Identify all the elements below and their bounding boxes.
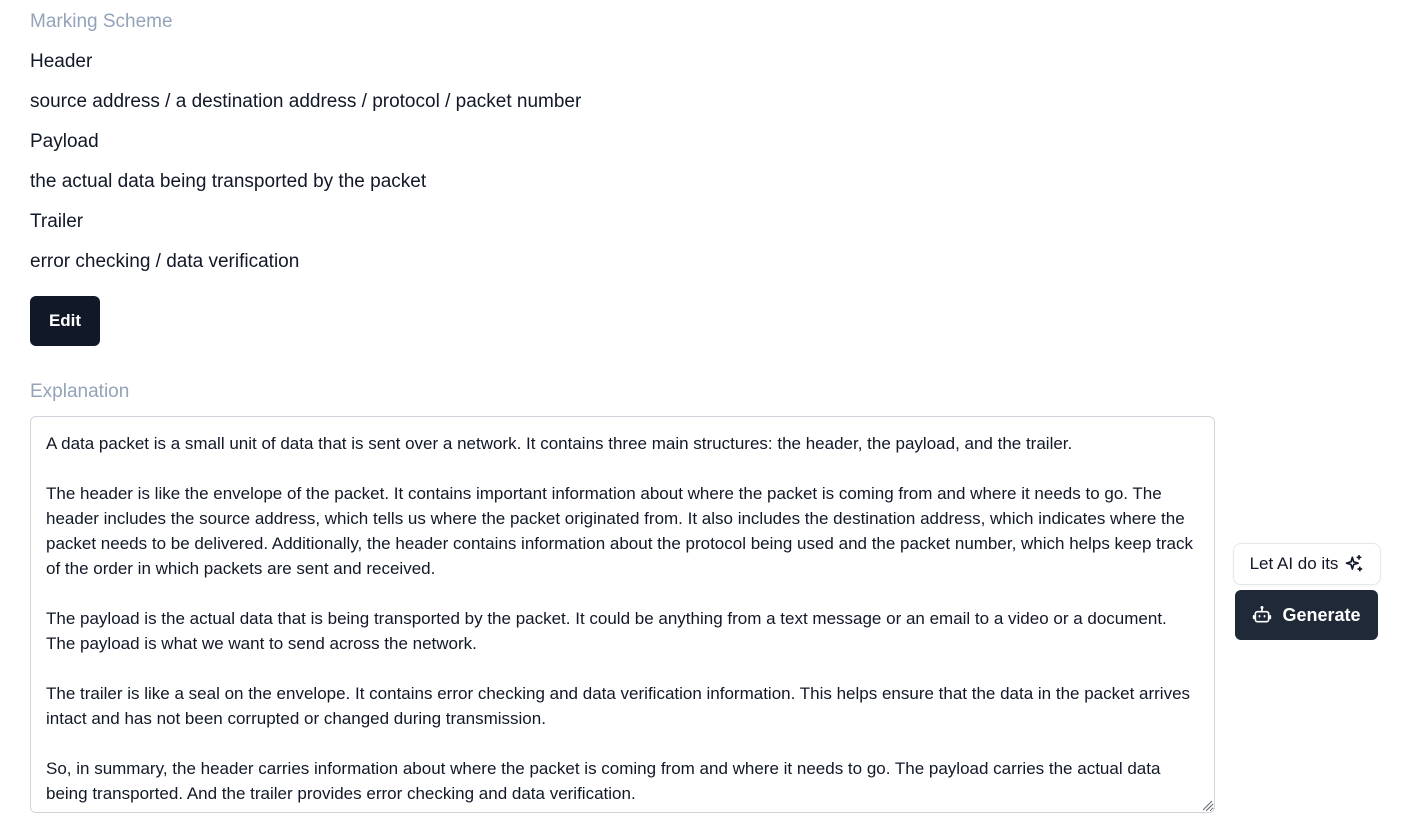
explanation-paragraph: A data packet is a small unit of data th… <box>46 434 1073 453</box>
generate-label: Generate <box>1282 604 1361 625</box>
explanation-textarea[interactable]: A data packet is a small unit of data th… <box>30 416 1215 813</box>
resize-handle-icon[interactable] <box>1201 799 1213 811</box>
scheme-line-payload-detail: the actual data being transported by the… <box>30 171 427 192</box>
explanation-paragraph: The payload is the actual data that is b… <box>46 609 1167 653</box>
ai-hint-label: Let AI do its <box>1249 554 1339 573</box>
ai-hint-tooltip: Let AI do its <box>1233 543 1381 585</box>
scheme-line-header-detail: source address / a destination address /… <box>30 91 582 112</box>
robot-icon <box>1253 606 1272 623</box>
scheme-line-payload: Payload <box>30 131 99 152</box>
explanation-paragraph: The trailer is like a seal on the envelo… <box>46 684 1191 728</box>
edit-button[interactable]: Edit <box>30 296 100 346</box>
marking-scheme-label: Marking Scheme <box>30 11 173 32</box>
scheme-line-trailer: Trailer <box>30 211 84 232</box>
explanation-label: Explanation <box>30 381 130 402</box>
generate-button[interactable]: Generate <box>1235 590 1378 640</box>
explanation-paragraph: So, in summary, the header carries infor… <box>46 759 1161 803</box>
scheme-line-trailer-detail: error checking / data verification <box>30 251 300 272</box>
page: Marking Scheme Header source address / a… <box>0 0 1412 840</box>
sparkles-icon <box>1346 554 1363 572</box>
scheme-line-header: Header <box>30 51 93 72</box>
explanation-paragraph: The header is like the envelope of the p… <box>46 484 1193 578</box>
